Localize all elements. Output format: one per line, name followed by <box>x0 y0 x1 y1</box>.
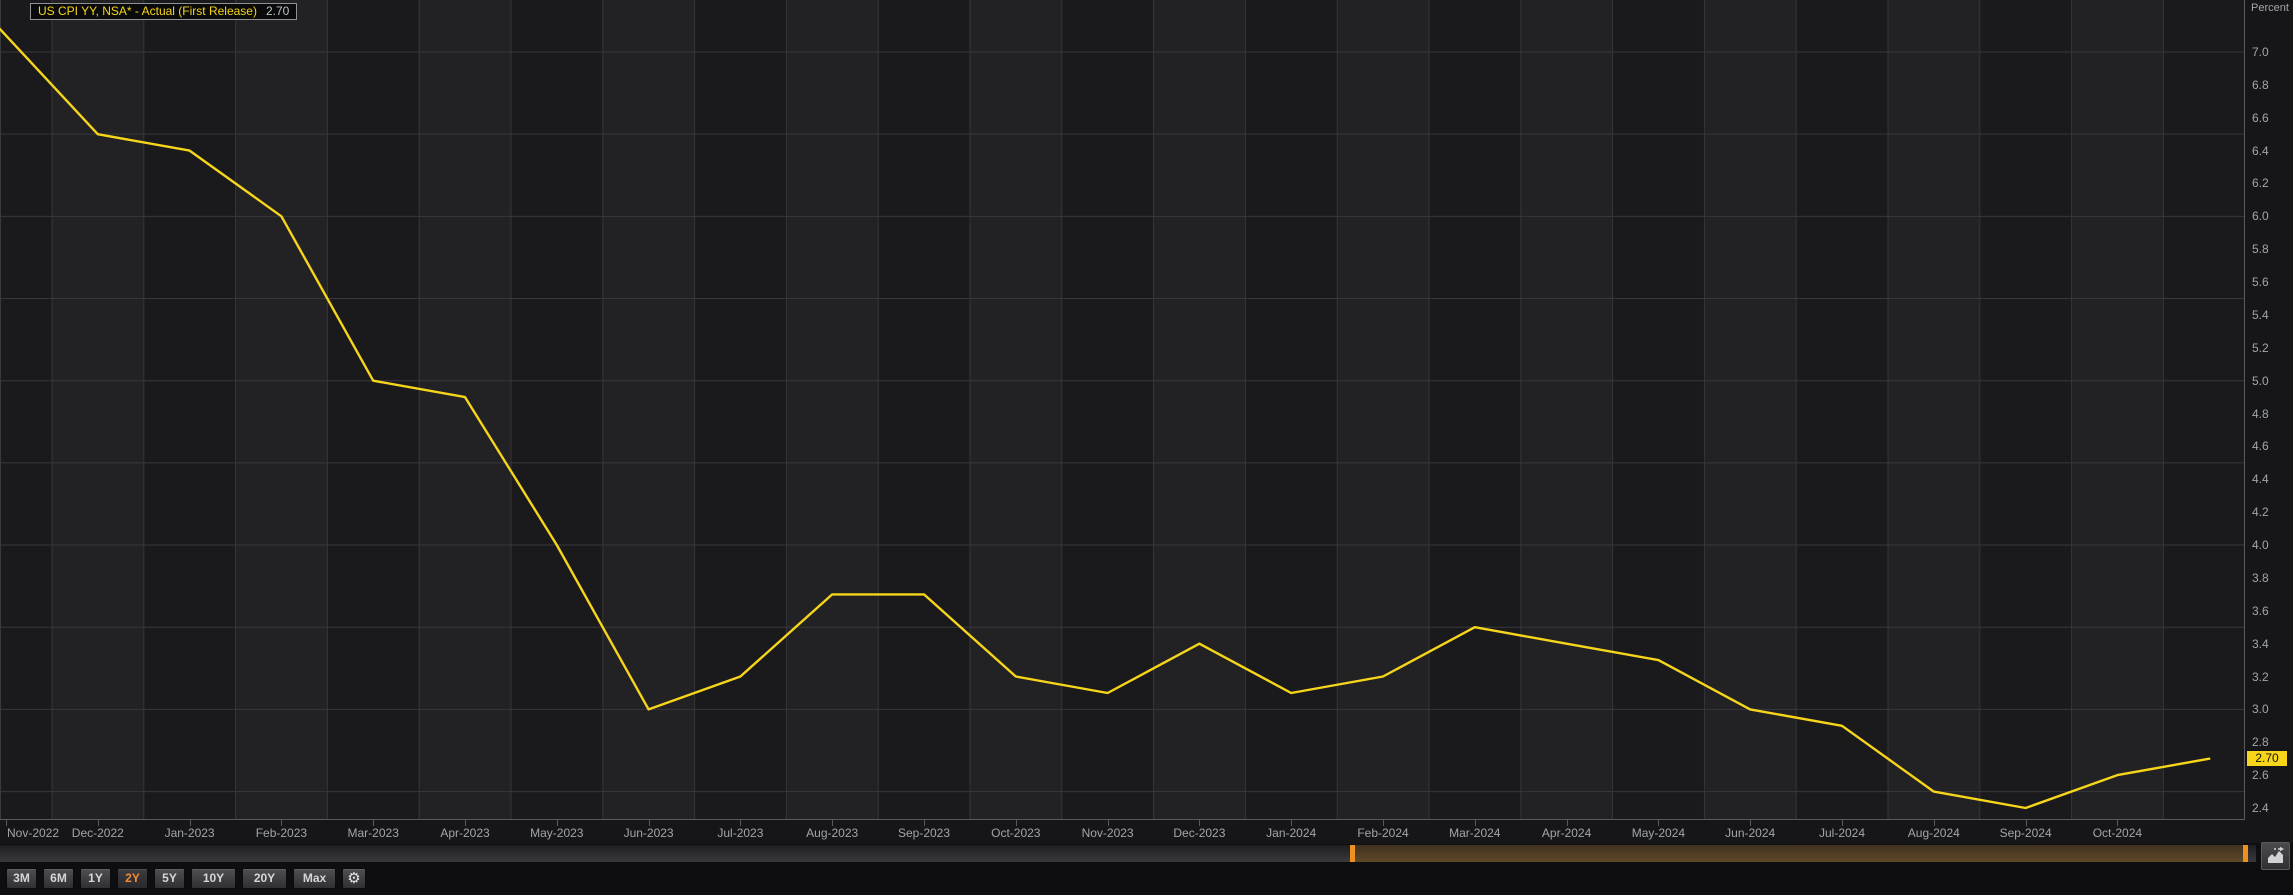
chart-jump-forward-icon <box>2266 846 2286 866</box>
cpi-series-line <box>0 0 2209 808</box>
month-band <box>1521 0 1613 820</box>
range-button-2y[interactable]: 2Y <box>117 868 148 889</box>
x-axis-tick-label: Oct-2024 <box>2093 826 2142 840</box>
month-band <box>970 0 1062 820</box>
x-axis-tick-label: Jan-2023 <box>165 826 215 840</box>
x-axis-tick-label: May-2023 <box>530 826 583 840</box>
gear-icon: ⚙ <box>347 870 360 887</box>
y-axis-tick-label: 3.6 <box>2252 604 2269 618</box>
scrollbar-right-handle[interactable] <box>2243 845 2248 862</box>
y-axis-tick-label: 4.6 <box>2252 439 2269 453</box>
series-name-label: US CPI YY, NSA* - Actual (First Release) <box>38 4 257 19</box>
y-axis-tick-label: 3.8 <box>2252 571 2269 585</box>
range-toolbar: 3M 6M 1Y 2Y 5Y 10Y 20Y Max ⚙ <box>6 868 366 889</box>
month-band <box>419 0 511 820</box>
x-axis-tick-label: Oct-2023 <box>991 826 1040 840</box>
x-axis-tick-label: Feb-2024 <box>1357 826 1408 840</box>
y-axis-tick-label: 4.4 <box>2252 472 2269 486</box>
jump-to-latest-button[interactable] <box>2261 842 2290 870</box>
y-axis-tick-label: 5.0 <box>2252 374 2269 388</box>
x-axis-tick-label: Sep-2024 <box>2000 826 2052 840</box>
scrollbar-left-handle[interactable] <box>1350 845 1355 862</box>
y-axis-tick-label: 6.2 <box>2252 176 2269 190</box>
x-axis-tick-label: Jan-2024 <box>1266 826 1316 840</box>
y-axis-tick-label: 5.6 <box>2252 275 2269 289</box>
month-band <box>1337 0 1429 820</box>
y-axis-tick-label: 2.8 <box>2252 735 2269 749</box>
month-band <box>2072 0 2164 820</box>
x-axis-tick-label: Jun-2024 <box>1725 826 1775 840</box>
month-band <box>236 0 328 820</box>
y-axis-tick-label: 2.6 <box>2252 768 2269 782</box>
x-axis-tick-label: Sep-2023 <box>898 826 950 840</box>
x-axis-tick-label: Feb-2023 <box>256 826 307 840</box>
y-axis-tick-label: 6.6 <box>2252 111 2269 125</box>
y-axis-tick-label: 6.8 <box>2252 78 2269 92</box>
y-axis-tick-label: 5.4 <box>2252 308 2269 322</box>
y-axis-tick-label: 6.4 <box>2252 144 2269 158</box>
x-axis-tick-label: Mar-2023 <box>348 826 399 840</box>
chart-window: US CPI YY, NSA* - Actual (First Release)… <box>0 0 2293 895</box>
y-axis-tick-label: 4.8 <box>2252 407 2269 421</box>
y-axis-tick-label: 5.2 <box>2252 341 2269 355</box>
range-button-1y[interactable]: 1Y <box>80 868 111 889</box>
range-button-max[interactable]: Max <box>293 868 336 889</box>
y-axis-tick-label: 2.4 <box>2252 801 2269 815</box>
x-axis-tick-label: Apr-2023 <box>440 826 489 840</box>
range-button-6m[interactable]: 6M <box>43 868 74 889</box>
x-axis-tick-label: May-2024 <box>1632 826 1685 840</box>
last-value-badge: 2.70 <box>2247 751 2287 766</box>
x-axis-tick-label: Jun-2023 <box>624 826 674 840</box>
month-band <box>52 0 144 820</box>
x-axis-tick-label: Mar-2024 <box>1449 826 1500 840</box>
x-axis: Nov-2022 Dec-2022 Jan-2023 Feb-2023 Mar-2023… <box>0 820 2245 844</box>
month-band <box>1888 0 1980 820</box>
range-button-5y[interactable]: 5Y <box>154 868 185 889</box>
x-axis-tick-label: Aug-2023 <box>806 826 858 840</box>
range-button-20y[interactable]: 20Y <box>242 868 287 889</box>
y-axis-tick-label: 3.2 <box>2252 670 2269 684</box>
x-axis-tick-label: Nov-2022 <box>7 826 59 840</box>
scrollbar-thumb[interactable] <box>1350 845 2248 862</box>
series-legend[interactable]: US CPI YY, NSA* - Actual (First Release)… <box>30 3 297 20</box>
x-axis-tick-label: Dec-2023 <box>1173 826 1225 840</box>
time-scrollbar[interactable] <box>0 845 2256 862</box>
y-axis-tick-label: 4.0 <box>2252 538 2269 552</box>
chart-settings-button[interactable]: ⚙ <box>342 868 366 889</box>
x-axis-tick-label: Aug-2024 <box>1908 826 1960 840</box>
y-axis-tick-label: 6.0 <box>2252 209 2269 223</box>
x-axis-tick-label: Jul-2023 <box>717 826 763 840</box>
month-band <box>786 0 878 820</box>
x-axis-tick-label: Nov-2023 <box>1082 826 1134 840</box>
y-axis-unit-label: Percent <box>2251 2 2289 14</box>
x-axis-tick-label: Jul-2024 <box>1819 826 1865 840</box>
range-button-3m[interactable]: 3M <box>6 868 37 889</box>
y-axis: Percent 7.0 6.8 6.6 6.4 6.2 6.0 5.8 5.6 5.4 5.2 5.… <box>2245 0 2293 843</box>
x-axis-tick-label: Apr-2024 <box>1542 826 1591 840</box>
y-axis-tick-label: 5.8 <box>2252 242 2269 256</box>
y-axis-tick-label: 3.0 <box>2252 702 2269 716</box>
y-axis-tick-label: 7.0 <box>2252 45 2269 59</box>
y-axis-tick-label: 4.2 <box>2252 505 2269 519</box>
x-axis-tick-label: Dec-2022 <box>72 826 124 840</box>
month-band <box>1154 0 1246 820</box>
price-chart-plot[interactable]: US CPI YY, NSA* - Actual (First Release)… <box>0 0 2245 820</box>
y-axis-tick-label: 3.4 <box>2252 637 2269 651</box>
month-band <box>1704 0 1796 820</box>
range-button-10y[interactable]: 10Y <box>191 868 236 889</box>
cpi-line-chart <box>0 0 2245 820</box>
series-last-value: 2.70 <box>266 4 289 19</box>
